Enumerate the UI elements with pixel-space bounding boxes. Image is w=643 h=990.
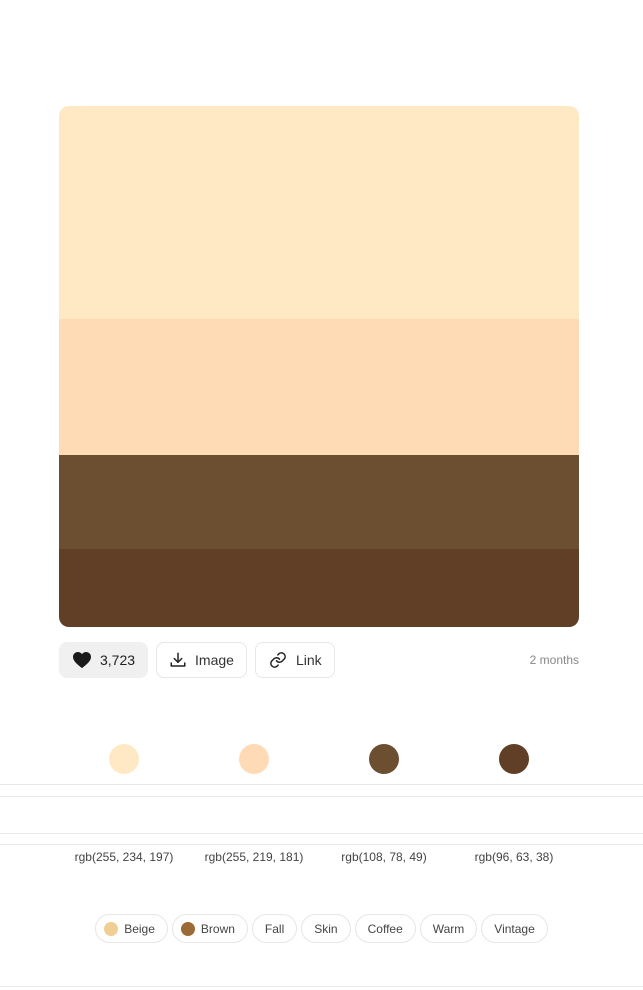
color-dot-2[interactable]	[239, 744, 269, 774]
like-button[interactable]: 3,723	[59, 642, 149, 678]
divider	[0, 796, 643, 797]
divider	[0, 844, 643, 845]
tag-label: Vintage	[494, 921, 535, 936]
tag-color-dot	[104, 921, 119, 936]
rgb-values-row: rgb(255, 234, 197) rgb(255, 219, 181) rg…	[59, 850, 579, 864]
tag-label: Coffee	[367, 921, 403, 936]
color-dot-4[interactable]	[499, 744, 529, 774]
tag-label: Fall	[264, 921, 285, 936]
rgb-value-1[interactable]: rgb(255, 234, 197)	[59, 850, 189, 864]
color-swatch-4[interactable]	[59, 549, 579, 627]
copy-link-label: Link	[295, 652, 322, 668]
tag-label: Skin	[314, 921, 338, 936]
tag-beige[interactable]: Beige	[95, 914, 168, 943]
rgb-value-3[interactable]: rgb(108, 78, 49)	[319, 850, 449, 864]
tag-vintage[interactable]: Vintage	[481, 914, 548, 943]
color-swatch-1[interactable]	[59, 106, 579, 319]
tag-skin[interactable]: Skin	[301, 914, 351, 943]
copy-link-button[interactable]: Link	[254, 642, 335, 678]
color-dot-3[interactable]	[369, 744, 399, 774]
divider	[0, 833, 643, 834]
tags-row: Beige Brown Fall Skin Coffee Warm Vintag…	[0, 914, 643, 943]
download-icon	[169, 651, 187, 669]
tag-brown[interactable]: Brown	[171, 914, 248, 943]
tag-label: Brown	[200, 921, 235, 936]
rgb-value-4[interactable]: rgb(96, 63, 38)	[449, 850, 579, 864]
divider	[0, 784, 643, 785]
tag-coffee[interactable]: Coffee	[354, 914, 416, 943]
palette-card	[59, 106, 579, 627]
color-dots-row	[59, 744, 579, 774]
tag-warm[interactable]: Warm	[419, 914, 478, 943]
divider	[0, 986, 643, 987]
link-icon	[268, 651, 288, 669]
heart-icon	[72, 651, 92, 669]
download-image-label: Image	[195, 652, 234, 668]
action-bar: 3,723 Image Link 2 months	[59, 641, 579, 679]
color-swatch-2[interactable]	[59, 319, 579, 455]
palette-page: 3,723 Image Link 2 months rgb(255, 234, …	[0, 0, 643, 990]
tag-label: Warm	[432, 921, 465, 936]
color-swatch-3[interactable]	[59, 455, 579, 549]
download-image-button[interactable]: Image	[156, 642, 247, 678]
tag-label: Beige	[124, 921, 155, 936]
rgb-value-2[interactable]: rgb(255, 219, 181)	[189, 850, 319, 864]
tag-fall[interactable]: Fall	[251, 914, 298, 943]
time-ago: 2 months	[529, 653, 579, 667]
color-dot-1[interactable]	[109, 744, 139, 774]
tag-color-dot	[180, 921, 195, 936]
like-count: 3,723	[100, 652, 136, 668]
